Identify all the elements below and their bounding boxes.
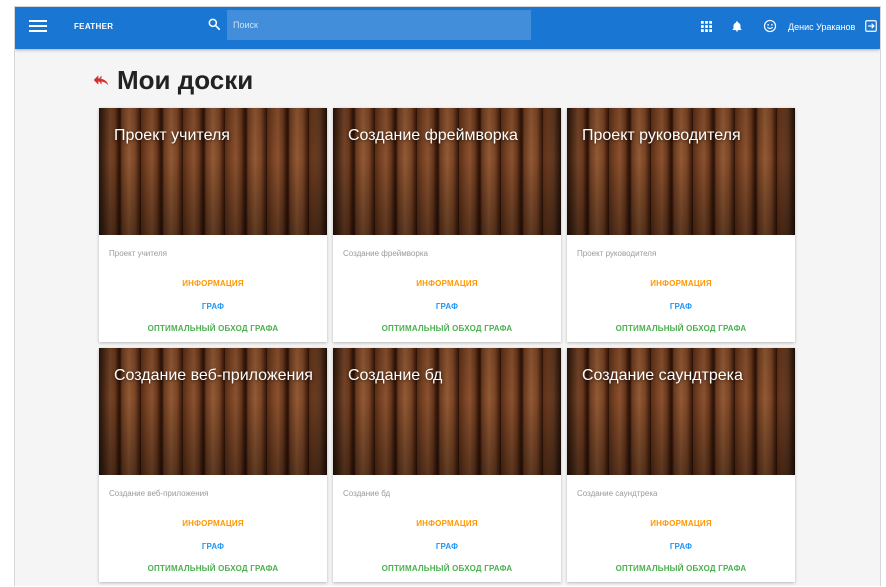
graph-button[interactable]: ГРАФ — [567, 542, 795, 551]
search-icon — [208, 18, 221, 31]
board-title: Создание саундтрека — [582, 367, 743, 384]
optimal-traversal-button[interactable]: ОПТИМАЛЬНЫЙ ОБХОД ГРАФА — [333, 564, 561, 573]
info-button[interactable]: ИНФОРМАЦИЯ — [99, 519, 327, 528]
apps-icon[interactable] — [701, 21, 712, 32]
bell-icon[interactable] — [731, 20, 743, 33]
board-card[interactable]: Проект учителя Проект учителя ИНФОРМАЦИЯ… — [99, 108, 327, 342]
board-card[interactable]: Создание бд Создание бд ИНФОРМАЦИЯ ГРАФ … — [333, 348, 561, 582]
graph-button[interactable]: ГРАФ — [333, 302, 561, 311]
graph-button[interactable]: ГРАФ — [333, 542, 561, 551]
optimal-traversal-button[interactable]: ОПТИМАЛЬНЫЙ ОБХОД ГРАФА — [333, 324, 561, 333]
board-card[interactable]: Создание веб-приложения Создание веб-при… — [99, 348, 327, 582]
user-name[interactable]: Денис Ураканов — [788, 22, 855, 32]
search-input[interactable] — [227, 10, 531, 40]
board-card[interactable]: Создание фреймворка Создание фреймворка … — [333, 108, 561, 342]
board-subtitle: Создание веб-приложения — [109, 489, 209, 498]
board-title: Проект учителя — [114, 127, 230, 144]
info-button[interactable]: ИНФОРМАЦИЯ — [99, 279, 327, 288]
info-button[interactable]: ИНФОРМАЦИЯ — [567, 279, 795, 288]
board-title: Создание бд — [348, 367, 443, 384]
brand-logo[interactable]: FEATHER — [74, 22, 113, 31]
app-bar: FEATHER Денис Ураканов — [15, 7, 880, 49]
graph-button[interactable]: ГРАФ — [99, 302, 327, 311]
info-button[interactable]: ИНФОРМАЦИЯ — [567, 519, 795, 528]
board-subtitle: Создание фреймворка — [343, 249, 428, 258]
graph-button[interactable]: ГРАФ — [567, 302, 795, 311]
board-card[interactable]: Проект руководителя Проект руководителя … — [567, 108, 795, 342]
back-arrow-icon[interactable] — [93, 74, 109, 86]
optimal-traversal-button[interactable]: ОПТИМАЛЬНЫЙ ОБХОД ГРАФА — [99, 564, 327, 573]
board-title: Создание веб-приложения — [114, 367, 313, 384]
info-button[interactable]: ИНФОРМАЦИЯ — [333, 519, 561, 528]
board-subtitle: Создание бд — [343, 489, 391, 498]
app-window: FEATHER Денис Ураканов — [14, 6, 881, 586]
menu-icon[interactable] — [29, 20, 47, 36]
optimal-traversal-button[interactable]: ОПТИМАЛЬНЫЙ ОБХОД ГРАФА — [567, 564, 795, 573]
board-subtitle: Проект учителя — [109, 249, 167, 258]
board-card[interactable]: Создание саундтрека Создание саундтрека … — [567, 348, 795, 582]
graph-button[interactable]: ГРАФ — [99, 542, 327, 551]
face-icon[interactable] — [763, 19, 777, 33]
board-subtitle: Проект руководителя — [577, 249, 657, 258]
page-title: Мои доски — [117, 65, 254, 95]
optimal-traversal-button[interactable]: ОПТИМАЛЬНЫЙ ОБХОД ГРАФА — [99, 324, 327, 333]
logout-icon[interactable] — [864, 19, 878, 33]
optimal-traversal-button[interactable]: ОПТИМАЛЬНЫЙ ОБХОД ГРАФА — [567, 324, 795, 333]
board-subtitle: Создание саундтрека — [577, 489, 658, 498]
board-title: Проект руководителя — [582, 127, 741, 144]
info-button[interactable]: ИНФОРМАЦИЯ — [333, 279, 561, 288]
board-title: Создание фреймворка — [348, 127, 518, 144]
